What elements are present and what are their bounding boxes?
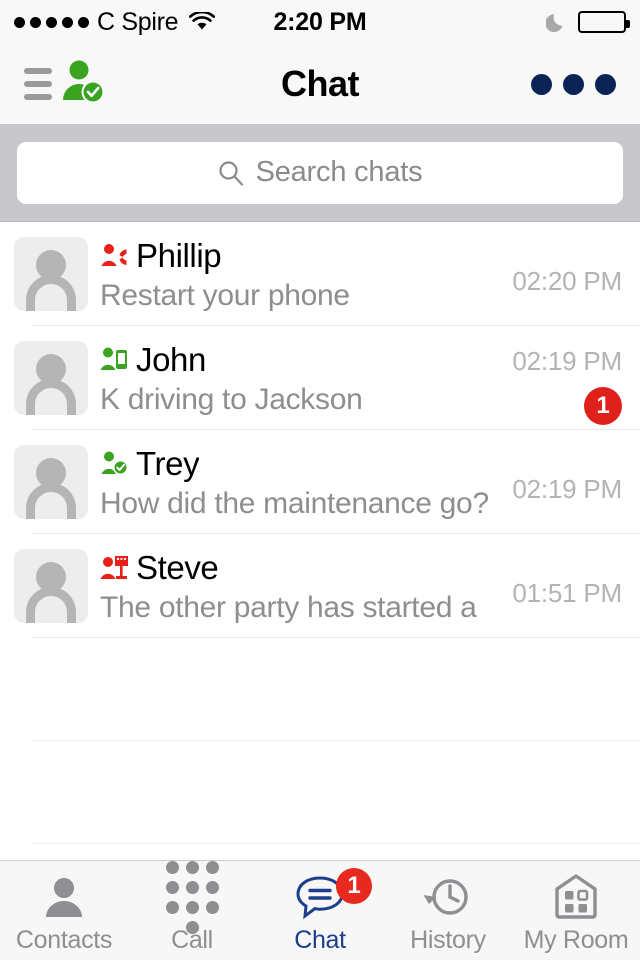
chat-item-content: Trey How did the maintenance go? [100,443,502,521]
chat-item-meta: 02:20 PM [502,222,622,326]
more-options-button[interactable] [531,73,616,95]
chat-item-timestamp: 02:20 PM [512,265,622,296]
tab-chat[interactable]: 1 Chat [256,861,384,960]
chat-item-name: Steve [136,549,219,586]
search-icon [218,160,244,186]
chat-item-content: Phillip Restart your phone [100,235,502,313]
chat-item-content: Steve The other party has started a [100,547,502,625]
avatar [14,549,88,623]
contacts-person-icon[interactable] [40,872,88,922]
more-options-icon[interactable] [595,73,616,95]
chat-item-name-row: Phillip [100,235,502,277]
chat-item-meta: 02:19 PM 1 [502,326,622,430]
tab-call[interactable]: Call [128,860,256,960]
avatar [14,445,88,519]
house-room-icon[interactable] [553,872,599,922]
chat-item-name-row: Trey [100,443,502,485]
menu-button[interactable] [24,59,106,110]
battery-icon [578,11,630,33]
status-bar: C Spire 2:20 PM [0,0,640,44]
chat-item-name: Trey [136,445,200,482]
unread-badge: 1 [584,386,622,425]
tab-label: Chat [294,926,346,954]
chat-list-empty-row [0,638,640,741]
person-available-icon[interactable] [58,59,106,110]
tab-contacts[interactable]: Contacts [0,861,128,960]
hamburger-menu-icon[interactable] [24,68,52,100]
chat-item-preview: How did the maintenance go? [100,487,489,520]
bottom-tab-bar: Contacts Call 1 Chat History My Room [0,860,640,960]
tab-label: My Room [523,926,629,954]
chat-item-meta: 01:51 PM [502,534,622,638]
phone-screen: C Spire 2:20 PM Chat Search chats Philli… [0,0,640,960]
chat-list-item[interactable]: John K driving to Jackson 02:19 PM 1 [0,326,640,430]
chat-list-item[interactable]: Phillip Restart your phone 02:20 PM [0,222,640,326]
chat-item-timestamp: 01:51 PM [512,577,622,608]
avatar [14,237,88,311]
chat-item-timestamp: 02:19 PM [512,345,622,376]
chat-item-name: Phillip [136,237,222,274]
presence-on-call-icon [100,242,128,270]
chat-item-name-row: John [100,339,502,381]
chat-list-item[interactable]: Steve The other party has started a 01:5… [0,534,640,638]
tab-history[interactable]: History [384,861,512,960]
chat-list-item[interactable]: Trey How did the maintenance go? 02:19 P… [0,430,640,534]
dialpad-icon[interactable] [165,860,219,934]
chat-item-preview: Restart your phone [100,279,350,312]
presence-busy-desktop-icon [100,554,128,582]
chat-item-content: John K driving to Jackson [100,339,502,417]
chat-tab-badge: 1 [336,868,372,904]
tab-my-room[interactable]: My Room [512,861,640,960]
clock-history-icon[interactable] [423,872,473,922]
presence-available-icon [100,450,128,478]
chat-item-preview: The other party has started a [100,591,477,624]
chat-list: Phillip Restart your phone 02:20 PM John… [0,222,640,860]
chat-list-empty-row [0,741,640,844]
more-options-icon[interactable] [531,73,552,95]
chat-item-name-row: Steve [100,547,502,589]
navigation-bar: Chat [0,44,640,124]
tab-label: History [410,926,486,954]
search-placeholder: Search chats [255,156,423,188]
presence-mobile-icon [100,346,128,374]
tab-label: Contacts [15,926,113,954]
more-options-icon[interactable] [563,73,584,95]
chat-item-timestamp: 02:19 PM [512,473,622,504]
chat-item-meta: 02:19 PM [502,430,622,534]
chat-item-preview: K driving to Jackson [100,383,363,416]
chat-item-name: John [136,341,206,378]
status-bar-clock: 2:20 PM [273,7,367,36]
search-input[interactable]: Search chats [17,141,623,204]
chat-bubble-icon[interactable]: 1 [294,868,372,922]
avatar [14,341,88,415]
search-bar-container: Search chats [0,124,640,222]
